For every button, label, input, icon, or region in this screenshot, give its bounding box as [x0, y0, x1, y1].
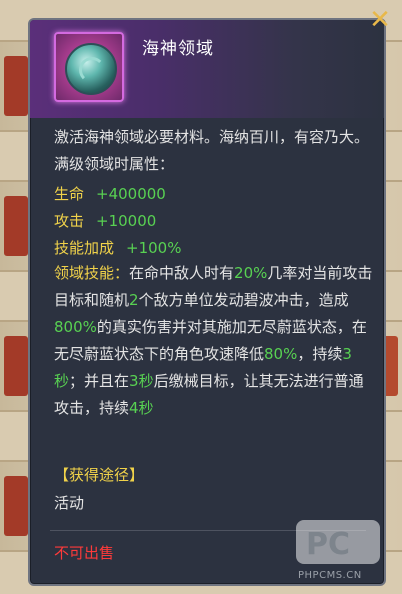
- stat-row: 生命 +400000: [54, 184, 166, 204]
- skill-highlight: 2: [129, 291, 139, 309]
- skill-highlight: 800%: [54, 318, 97, 336]
- stat-row: 攻击 +10000: [54, 211, 156, 231]
- stat-value: +400000: [96, 185, 166, 203]
- item-title: 海神领域: [142, 39, 214, 59]
- stat-label: 技能加成: [54, 239, 115, 257]
- stat-label: 攻击: [54, 212, 85, 230]
- item-tooltip-panel: 海神领域 激活海神领域必要材料。海纳百川，有容乃大。满级领域时属性： 生命 +40…: [28, 18, 386, 586]
- stat-row: 技能加成 +100%: [54, 238, 181, 258]
- stat-value: +100%: [126, 239, 182, 257]
- watermark-site: PHPCMS.CN: [298, 570, 362, 581]
- stat-value: +10000: [96, 212, 157, 230]
- stat-label: 生命: [54, 185, 85, 203]
- skill-description: 领域技能：在命中敌人时有20%几率对当前攻击目标和随机2个敌方单位发动碧波冲击，…: [54, 260, 376, 422]
- skill-highlight: 4秒: [129, 399, 154, 417]
- item-icon-frame: [54, 32, 124, 102]
- skill-highlight: 20%: [234, 264, 268, 282]
- watermark: PC PHPCMS.CN: [296, 520, 392, 590]
- watermark-logo: PC: [296, 520, 380, 564]
- sea-god-domain-orb-icon: [65, 43, 117, 95]
- skill-text: ；并且在: [69, 372, 130, 390]
- skill-label: 领域技能：: [54, 264, 130, 282]
- close-icon[interactable]: ✕: [366, 6, 394, 34]
- sell-status: 不可出售: [54, 544, 115, 562]
- watermark-logo-text: PC: [306, 527, 350, 562]
- skill-text: ，持续: [297, 345, 343, 363]
- skill-text: 个敌方单位发动碧波冲击，造成: [138, 291, 349, 309]
- skill-highlight: 80%: [264, 345, 298, 363]
- tooltip-header: 海神领域: [30, 20, 384, 118]
- item-description: 激活海神领域必要材料。海纳百川，有容乃大。满级领域时属性：: [54, 128, 370, 173]
- source-value: 活动: [54, 494, 85, 512]
- skill-highlight: 3秒: [129, 372, 154, 390]
- skill-text: 在命中敌人时有: [129, 264, 235, 282]
- source-heading: 【获得途径】: [54, 466, 145, 484]
